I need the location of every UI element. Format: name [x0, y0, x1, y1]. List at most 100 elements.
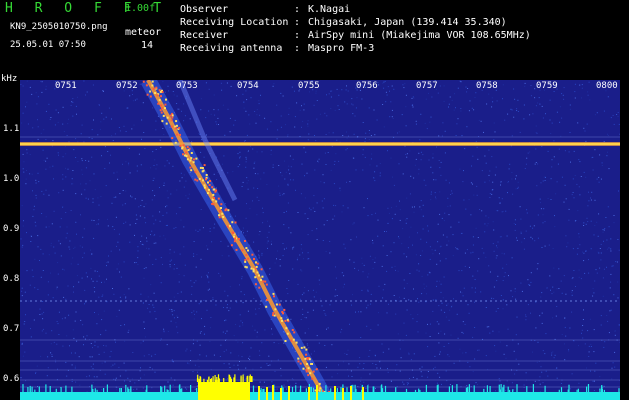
x-tick-label: 0753: [176, 81, 198, 91]
trail-pixel: [211, 202, 214, 205]
trail-pixel: [306, 357, 309, 359]
trail-pixel: [237, 237, 240, 240]
baseline-spike: [503, 384, 505, 392]
baseline-spike: [164, 385, 166, 392]
trail-pixel: [303, 346, 306, 349]
baseline-spike: [512, 389, 514, 392]
info-row-receiver: Receiver: AirSpy mini (Miakejima VOR 108…: [180, 30, 531, 41]
trail-pixel: [300, 346, 303, 349]
trail-pixel: [190, 152, 193, 154]
baseline-spike: [352, 384, 354, 392]
trail-pixel: [206, 192, 209, 195]
trail-pixel: [179, 133, 181, 136]
info-key: Receiving Location: [180, 17, 289, 28]
baseline-spike: [125, 384, 127, 392]
burst-spike: [250, 376, 252, 382]
y-tick-label: 1.0: [3, 174, 20, 184]
baseline-spike: [473, 385, 475, 392]
baseline-spike: [599, 388, 601, 392]
trail-pixel: [189, 159, 192, 162]
trail-pixel: [290, 339, 293, 342]
baseline-spike: [336, 388, 338, 392]
trail-pixel: [151, 80, 154, 83]
burst-spike: [316, 385, 318, 400]
baseline-spike: [169, 384, 171, 392]
baseline-spike: [355, 388, 357, 392]
trail-pixel: [212, 193, 215, 196]
y-tick-label: 0.7: [3, 324, 20, 334]
trail-pixel: [178, 126, 181, 129]
trail-pixel: [272, 312, 275, 315]
trail-pixel: [195, 157, 198, 160]
trail-pixel: [218, 216, 221, 219]
burst-spike: [208, 377, 210, 382]
y-tick-label: 1.1: [3, 124, 20, 134]
trail-pixel: [187, 149, 190, 152]
trail-pixel: [250, 267, 253, 270]
baseline-spike: [419, 389, 421, 392]
x-tick-label: 0757: [416, 81, 438, 91]
trail-pixel: [196, 179, 199, 182]
trail-pixel: [286, 332, 289, 335]
y-tick-label: 0.9: [3, 224, 20, 234]
baseline-spike: [103, 388, 105, 392]
trail-pixel: [174, 141, 177, 144]
trail-pixel: [181, 147, 184, 150]
trail-pixel: [219, 210, 221, 212]
baseline-spike: [448, 386, 450, 392]
trail-pixel: [157, 102, 160, 105]
trail-pixel: [154, 92, 157, 94]
burst-spike: [198, 378, 200, 382]
baseline-spike: [576, 389, 578, 392]
trail-pixel: [149, 90, 152, 93]
x-tick-label: 0756: [356, 81, 378, 91]
baseline-spike: [196, 388, 198, 392]
trail-pixel: [227, 209, 230, 212]
baseline-spike: [586, 386, 588, 392]
trail-pixel: [255, 265, 258, 268]
trail-pixel: [161, 107, 164, 110]
trail-pixel: [218, 214, 220, 217]
trail-pixel: [175, 124, 178, 127]
info-value: AirSpy mini (Miakejima VOR 108.65MHz): [308, 30, 531, 41]
baseline-spike: [27, 387, 29, 392]
baseline-spike: [180, 389, 182, 392]
baseline-spike: [330, 388, 332, 392]
trail-pixel: [254, 283, 257, 286]
trail-pixel: [305, 353, 308, 356]
trail-pixel: [155, 86, 158, 89]
baseline-spike: [262, 389, 264, 392]
trail-pixel: [166, 116, 169, 119]
trail-pixel: [297, 360, 300, 363]
app-version: 1.00f: [125, 3, 156, 14]
trail-pixel: [203, 164, 206, 167]
trail-pixel: [281, 319, 283, 322]
burst-spike: [242, 376, 244, 382]
trail-pixel: [171, 114, 174, 117]
trail-pixel: [161, 120, 164, 123]
trail-pixel: [165, 122, 168, 125]
y-tick-label: 0.6: [3, 374, 20, 384]
burst-spike: [206, 379, 208, 382]
burst-spike: [334, 386, 336, 400]
trail-pixel: [292, 338, 295, 341]
baseline-spike: [31, 386, 33, 392]
trail-pixel: [164, 103, 167, 106]
baseline-spike: [252, 385, 255, 392]
baseline-spike: [160, 386, 162, 392]
baseline-spike: [560, 387, 563, 392]
trail-pixel: [185, 155, 188, 158]
trail-pixel: [273, 295, 275, 298]
trail-pixel: [220, 203, 223, 206]
burst-block: [198, 382, 250, 400]
trail-pixel: [186, 158, 189, 161]
trail-pixel: [256, 271, 259, 274]
trail-pixel: [217, 197, 220, 200]
trail-pixel: [214, 190, 217, 193]
trail-pixel: [299, 362, 302, 365]
trail-pixel: [258, 286, 261, 289]
burst-spike: [350, 386, 352, 400]
baseline-spike: [38, 386, 40, 392]
baseline-spike: [601, 385, 603, 392]
trail-pixel: [194, 178, 197, 181]
